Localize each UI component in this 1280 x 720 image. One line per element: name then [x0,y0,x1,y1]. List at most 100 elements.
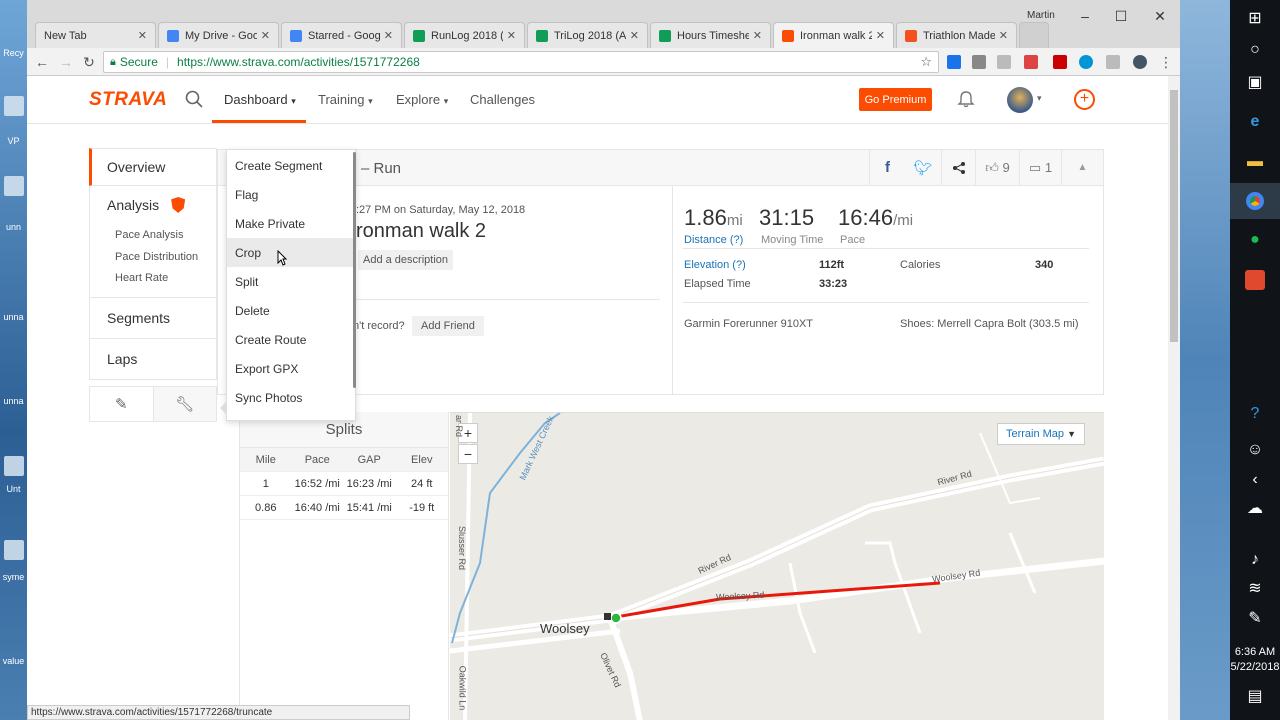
activity-name[interactable]: ronman walk 2 [356,220,486,243]
menu-item-split[interactable]: Split [227,267,355,296]
share-icon[interactable] [941,150,975,185]
extension-icon[interactable] [1133,55,1147,69]
nav-training[interactable]: Training ▾ [318,92,373,107]
help-icon[interactable]: ? [1230,396,1280,432]
menu-item-create-segment[interactable]: Create Segment [227,151,355,180]
reload-icon[interactable]: ↻ [80,53,98,71]
pen-icon[interactable]: ✎ [1230,600,1280,636]
desktop-icon[interactable] [4,176,24,196]
search-icon[interactable] [185,90,203,108]
extension-icon[interactable] [1106,55,1120,69]
distance-label[interactable]: Distance (?) [684,234,743,246]
close-window-icon[interactable]: ✕ [1150,8,1170,25]
extension-icon[interactable] [997,55,1011,69]
browser-tab[interactable]: Starred - Google ✕ [281,22,402,48]
add-description-button[interactable]: Add a description [358,250,453,270]
sidebar-item-laps[interactable]: Laps [89,339,217,380]
tab-close-icon[interactable]: ✕ [630,29,639,42]
browser-tab[interactable]: Ironman walk 2 | ✕ [773,22,894,48]
nav-dashboard[interactable]: Dashboard ▾ [224,92,296,107]
menu-item-export-gpx[interactable]: Export GPX [227,354,355,383]
new-tab-button[interactable] [1019,22,1049,48]
zoom-out-button[interactable]: − [458,444,478,464]
avatar[interactable] [1007,87,1033,113]
maximize-icon[interactable]: ☐ [1111,8,1131,25]
sidebar-item-analysis[interactable]: Analysis [89,186,217,224]
browser-tab[interactable]: Triathlon Made S ✕ [896,22,1017,48]
chrome-icon[interactable] [1230,183,1280,219]
bookmark-star-icon[interactable]: ☆ [920,54,932,70]
chevron-down-icon[interactable]: ▾ [1037,93,1042,104]
bell-icon[interactable] [957,90,975,108]
scrollbar-thumb[interactable] [1170,90,1178,342]
add-friend-button[interactable]: Add Friend [412,316,484,336]
edit-pencil-icon[interactable]: ✎ [90,387,154,421]
browser-tab[interactable]: My Drive - Goog ✕ [158,22,279,48]
extension-icon[interactable] [1053,55,1067,69]
menu-item-make-private[interactable]: Make Private [227,209,355,238]
tab-close-icon[interactable]: ✕ [507,29,516,42]
nav-challenges[interactable]: Challenges [470,92,535,107]
comments-button[interactable]: ▭ 1 [1019,150,1061,185]
extension-icon[interactable] [947,55,961,69]
menu-item-crop[interactable]: Crop [227,238,355,267]
dropdown-scrollbar[interactable] [353,152,356,388]
add-activity-icon[interactable]: + [1074,89,1095,110]
edge-icon[interactable]: e [1230,104,1280,140]
desktop-icon[interactable] [4,96,24,116]
menu-item-delete[interactable]: Delete [227,296,355,325]
notifications-icon[interactable]: ▤ [1230,678,1280,714]
tab-close-icon[interactable]: ✕ [384,29,393,42]
tab-close-icon[interactable]: ✕ [999,29,1008,42]
menu-item-create-route[interactable]: Create Route [227,325,355,354]
start-icon[interactable]: ⊞ [1230,0,1280,36]
tab-close-icon[interactable]: ✕ [261,29,270,42]
go-premium-button[interactable]: Go Premium [859,88,932,111]
browser-tab[interactable]: TriLog 2018 (Anc ✕ [527,22,648,48]
sidebar-subitem-pace-distribution[interactable]: Pace Distribution [89,246,217,268]
sidebar-subitem-heart-rate[interactable]: Heart Rate [89,268,217,298]
tab-close-icon[interactable]: ✕ [138,29,147,42]
sidebar-item-overview[interactable]: Overview [89,148,217,186]
sidebar-subitem-pace-analysis[interactable]: Pace Analysis [89,224,217,246]
table-row[interactable]: 0.86 16:40 /mi 15:41 /mi -19 ft [240,496,448,520]
menu-icon[interactable]: ⋮ [1157,53,1175,71]
collapse-icon[interactable]: ▲ [1061,150,1103,185]
minimize-icon[interactable]: – [1075,8,1095,24]
tab-close-icon[interactable]: ✕ [876,29,885,42]
table-row[interactable]: 1 16:52 /mi 16:23 /mi 24 ft [240,472,448,496]
map-type-dropdown[interactable]: Terrain Map ▼ [997,423,1085,445]
forward-icon[interactable]: → [57,53,75,71]
back-icon[interactable]: ← [33,53,51,71]
url-text[interactable]: https://www.strava.com/activities/157177… [177,55,420,69]
nav-explore[interactable]: Explore ▾ [396,92,448,107]
route-map[interactable]: + − Terrain Map ▼ River Rd River Rd Wool… [450,412,1104,720]
clock-date[interactable]: 5/22/2018 [1230,661,1280,673]
menu-item-sync-photos[interactable]: Sync Photos [227,383,355,412]
file-explorer-icon[interactable]: ▬ [1230,144,1280,180]
clock-time[interactable]: 6:36 AM [1230,646,1280,658]
menu-item-flag[interactable]: Flag [227,180,355,209]
extension-icon[interactable] [1024,55,1038,69]
onedrive-icon[interactable]: ☁ [1230,490,1280,526]
wrench-icon[interactable]: 🔧︎ [153,387,216,421]
sidebar-item-segments[interactable]: Segments [89,298,217,339]
twitter-share-icon[interactable]: 🐦︎ [905,150,941,185]
desktop-icon[interactable] [4,540,24,560]
browser-tab[interactable]: Hours Timeshee ✕ [650,22,771,48]
task-view-icon[interactable]: ▣ [1230,64,1280,100]
facebook-share-icon[interactable]: f [869,150,905,185]
desktop-icon[interactable] [4,456,24,476]
elevation-label[interactable]: Elevation (?) [684,259,746,271]
kudos-button[interactable]: 👍︎ 9 [975,150,1019,185]
tab-close-icon[interactable]: ✕ [753,29,762,42]
browser-tab[interactable]: RunLog 2018 (To ✕ [404,22,525,48]
address-bar[interactable]: 🔒︎ Secure | https://www.strava.com/activ… [103,51,939,73]
extension-icon[interactable] [972,55,986,69]
browser-tab[interactable]: New Tab ✕ [35,22,156,48]
spotify-icon[interactable]: ● [1230,222,1280,258]
strava-logo[interactable]: STRAVA [89,89,167,111]
page-scrollbar[interactable] [1168,76,1180,720]
profile-name[interactable]: Martin [1027,10,1055,21]
cortana-icon[interactable]: ○ [1230,32,1280,68]
